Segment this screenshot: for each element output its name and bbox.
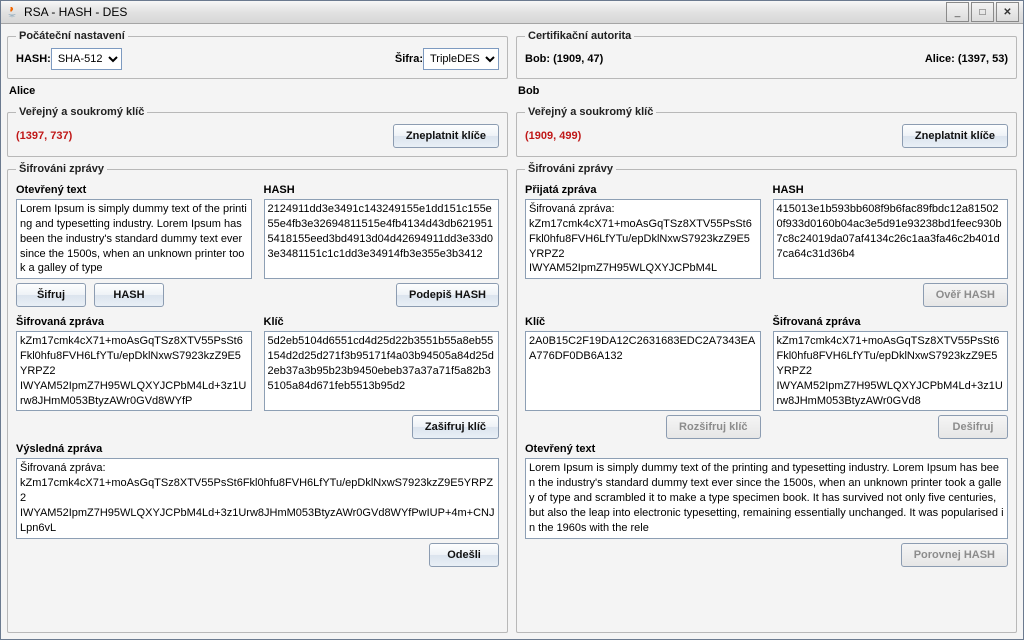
java-icon xyxy=(5,5,19,19)
cipher-select[interactable]: TripleDES xyxy=(423,48,499,70)
alice-encrypt-group: Šifrováni zprávy Otevřený text Lorem Ips… xyxy=(7,163,508,633)
initial-settings-legend: Počáteční nastavení xyxy=(16,30,128,42)
close-button[interactable]: ✕ xyxy=(996,2,1019,22)
window-buttons: _ □ ✕ xyxy=(946,2,1019,22)
bob-encrypt-group: Šifrováni zprávy Přijatá zpráva Šifrovan… xyxy=(516,163,1017,633)
alice-keys-group: Veřejný a soukromý klíč (1397, 737) Znep… xyxy=(7,106,508,157)
alice-encrypt-legend: Šifrováni zprávy xyxy=(16,163,107,175)
cipher-label: Šifra: xyxy=(395,53,423,65)
alice-encrypt-key-button[interactable]: Zašifruj klíč xyxy=(412,415,499,439)
ca-group: Certifikační autorita Bob: (1909, 47) Al… xyxy=(516,30,1017,79)
minimize-button[interactable]: _ xyxy=(946,2,969,22)
titlebar[interactable]: RSA - HASH - DES _ □ ✕ xyxy=(1,1,1023,24)
bob-verify-button: Ověř HASH xyxy=(923,283,1008,307)
alice-plaintext[interactable]: Lorem Ipsum is simply dummy text of the … xyxy=(16,199,252,279)
alice-key-label: Klíč xyxy=(264,316,500,328)
alice-hash-label: HASH xyxy=(264,184,500,196)
alice-encrypt-button[interactable]: Šifruj xyxy=(16,283,86,307)
bob-decrypt-button: Dešifruj xyxy=(938,415,1008,439)
bob-plaintext-label: Otevřený text xyxy=(525,443,1008,455)
bob-plaintext[interactable]: Lorem Ipsum is simply dummy text of the … xyxy=(525,458,1008,538)
initial-settings-group: Počáteční nastavení HASH: SHA-512 Šifra:… xyxy=(7,30,508,79)
alice-hash-button[interactable]: HASH xyxy=(94,283,164,307)
bob-keys-group: Veřejný a soukromý klíč (1909, 499) Znep… xyxy=(516,106,1017,157)
maximize-button[interactable]: □ xyxy=(971,2,994,22)
bob-keys-legend: Veřejný a soukromý klíč xyxy=(525,106,656,118)
ca-alice-label: Alice: xyxy=(925,53,955,65)
bob-decrypt-key-button: Rozšifruj klíč xyxy=(666,415,760,439)
alice-keys-legend: Veřejný a soukromý klíč xyxy=(16,106,147,118)
alice-ciphertext-label: Šifrovaná zpráva xyxy=(16,316,252,328)
alice-plaintext-label: Otevřený text xyxy=(16,184,252,196)
ca-bob-value: (1909, 47) xyxy=(553,53,603,65)
bob-panel-label: Bob xyxy=(518,85,1017,97)
ca-alice-value: (1397, 53) xyxy=(958,53,1008,65)
ca-legend: Certifikační autorita xyxy=(525,30,634,42)
bob-key-text[interactable]: 2A0B15C2F19DA12C2631683EDC2A7343EAA776DF… xyxy=(525,331,761,411)
column-right: Certifikační autorita Bob: (1909, 47) Al… xyxy=(516,30,1017,633)
bob-encrypt-legend: Šifrováni zprávy xyxy=(525,163,616,175)
alice-keys-value: (1397, 737) xyxy=(16,130,72,142)
column-left: Počáteční nastavení HASH: SHA-512 Šifra:… xyxy=(7,30,508,633)
bob-key-label: Klíč xyxy=(525,316,761,328)
alice-hash-text[interactable]: 2124911dd3e3491c143249155e1dd151c155e55e… xyxy=(264,199,500,279)
bob-ciphertext-label: Šifrovaná zpráva xyxy=(773,316,1009,328)
bob-received-label: Přijatá zpráva xyxy=(525,184,761,196)
alice-ciphertext[interactable]: kZm17cmk4cX71+moAsGqTSz8XTV55PsSt6Fkl0hf… xyxy=(16,331,252,411)
bob-ciphertext[interactable]: kZm17cmk4cX71+moAsGqTSz8XTV55PsSt6Fkl0hf… xyxy=(773,331,1009,411)
alice-send-button[interactable]: Odešli xyxy=(429,543,499,567)
bob-invalidate-button[interactable]: Zneplatnit klíče xyxy=(902,124,1008,148)
hash-select[interactable]: SHA-512 xyxy=(51,48,122,70)
bob-hash-label: HASH xyxy=(773,184,1009,196)
bob-compare-button: Porovnej HASH xyxy=(901,543,1008,567)
alice-invalidate-button[interactable]: Zneplatnit klíče xyxy=(393,124,499,148)
alice-sign-button[interactable]: Podepiš HASH xyxy=(396,283,499,307)
alice-result-text[interactable]: Šifrovaná zpráva: kZm17cmk4cX71+moAsGqTS… xyxy=(16,458,499,538)
alice-result-label: Výsledná zpráva xyxy=(16,443,499,455)
ca-bob-label: Bob: xyxy=(525,53,550,65)
hash-label: HASH: xyxy=(16,53,51,65)
alice-key-text[interactable]: 5d2eb5104d6551cd4d25d22b3551b55a8eb55154… xyxy=(264,331,500,411)
content: Počáteční nastavení HASH: SHA-512 Šifra:… xyxy=(1,24,1023,639)
bob-hash-text[interactable]: 415013e1b593bb608f9b6fac89fbdc12a815020f… xyxy=(773,199,1009,279)
bob-received-text[interactable]: Šifrovaná zpráva: kZm17cmk4cX71+moAsGqTS… xyxy=(525,199,761,279)
window-title: RSA - HASH - DES xyxy=(24,5,946,19)
alice-panel-label: Alice xyxy=(9,85,508,97)
bob-keys-value: (1909, 499) xyxy=(525,130,581,142)
app-window: RSA - HASH - DES _ □ ✕ Počáteční nastave… xyxy=(0,0,1024,640)
